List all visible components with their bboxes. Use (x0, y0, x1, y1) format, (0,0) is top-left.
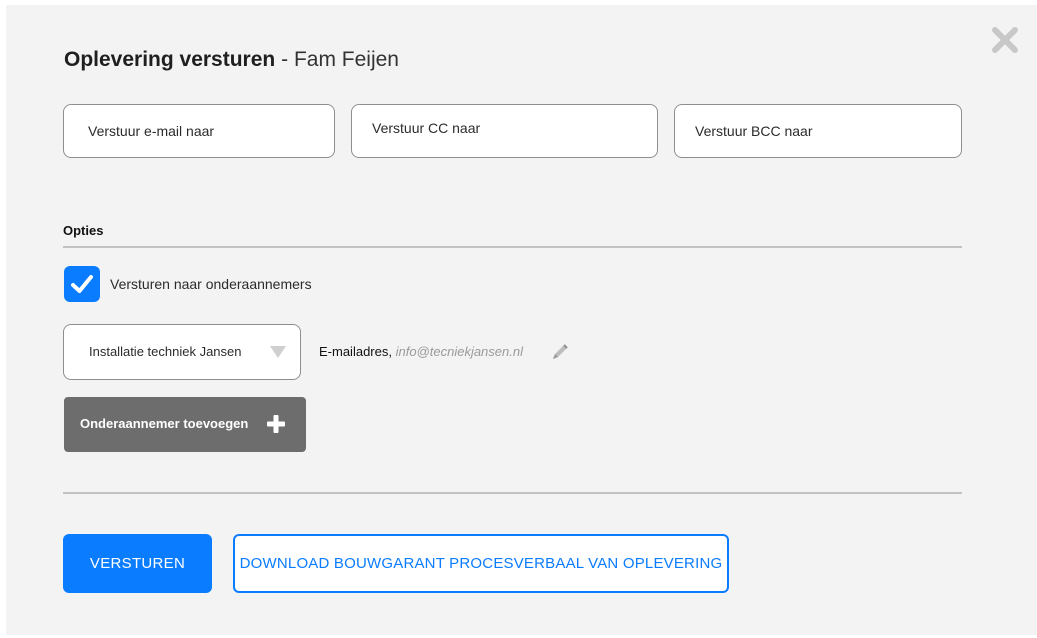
email-to-input[interactable] (88, 105, 334, 157)
send-to-subcontractors-checkbox[interactable] (64, 266, 100, 302)
email-value: info@tecniekjansen.nl (395, 344, 523, 359)
download-report-button[interactable]: DOWNLOAD BOUWGARANT PROCESVERBAAL VAN OP… (233, 534, 729, 593)
dialog-title-name: Fam Feijen (293, 48, 399, 71)
email-cc-input[interactable] (372, 102, 657, 154)
actions-divider (63, 492, 962, 494)
subcontractor-select-value: Installatie techniek Jansen (89, 344, 242, 359)
email-to-field[interactable] (63, 104, 335, 158)
plus-icon (267, 415, 285, 433)
pencil-icon[interactable] (548, 340, 572, 364)
email-bcc-input[interactable] (695, 105, 961, 157)
checkmark-icon (71, 275, 93, 293)
email-bcc-field[interactable] (674, 104, 962, 158)
email-label: E-mailadres, (319, 344, 392, 359)
options-heading: Opties (63, 223, 104, 238)
dialog-title-main: Oplevering versturen (64, 48, 276, 71)
send-button[interactable]: VERSTUREN (63, 534, 212, 593)
chevron-down-icon[interactable] (269, 345, 287, 359)
options-divider (63, 246, 962, 248)
close-icon[interactable] (992, 27, 1018, 53)
subcontractor-email: E-mailadres, info@tecniekjansen.nl (319, 344, 523, 359)
send-to-subcontractors-label: Versturen naar onderaannemers (110, 276, 312, 292)
add-subcontractor-label: Onderaannemer toevoegen (80, 416, 249, 431)
add-subcontractor-button[interactable]: Onderaannemer toevoegen (64, 397, 306, 452)
dialog-title-separator: - (281, 48, 289, 71)
subcontractor-select[interactable]: Installatie techniek Jansen (63, 324, 301, 380)
dialog-title: Oplevering versturen - Fam Feijen (64, 48, 399, 72)
email-cc-field[interactable] (351, 102, 658, 158)
